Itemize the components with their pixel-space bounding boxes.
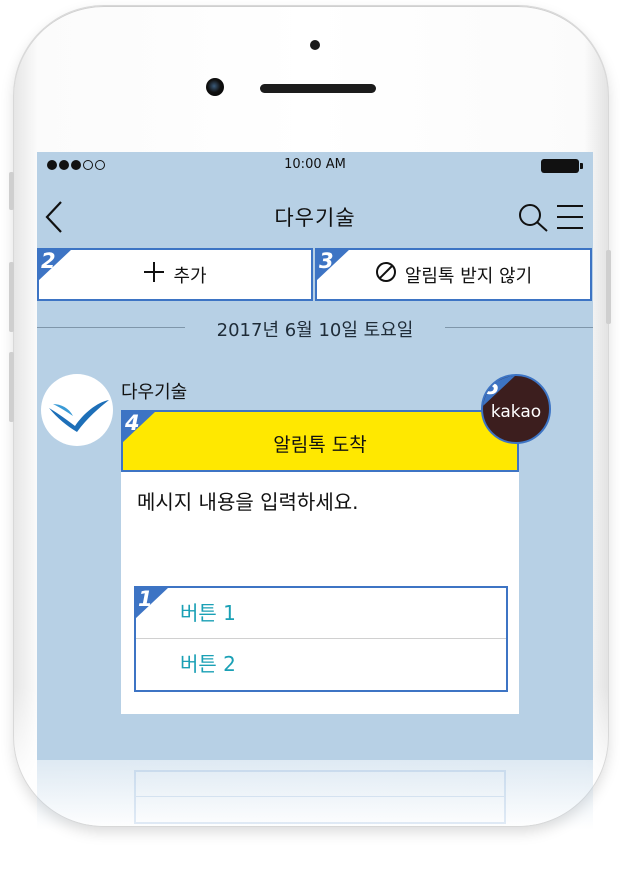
block-icon — [375, 261, 397, 288]
card-button-1[interactable]: 버튼 1 — [136, 588, 506, 639]
front-camera — [206, 78, 224, 96]
block-notifications-button[interactable]: 3 알림톡 받지 않기 — [315, 248, 592, 301]
card-button-group: 1 버튼 1 버튼 2 — [134, 586, 508, 692]
search-icon[interactable] — [517, 202, 549, 232]
status-bar: 10:00 AM — [37, 152, 593, 182]
alimtalk-message-card: 4 알림톡 도착 메시지 내용을 입력하세요. 1 버튼 1 버튼 2 — [121, 410, 519, 714]
sender-name: 다우기술 — [121, 382, 188, 403]
reflection-image — [120, 770, 520, 860]
volume-down-button — [9, 352, 14, 422]
card-title: 알림톡 도착 — [273, 434, 367, 456]
earpiece-speaker — [260, 84, 376, 93]
sender-avatar[interactable] — [41, 374, 113, 446]
divider — [445, 327, 593, 328]
date-separator: 2017년 6월 10일 토요일 — [37, 316, 593, 341]
kakao-logo: 5 kakao — [481, 374, 551, 444]
page-title: 다우기술 — [274, 206, 356, 230]
nav-bar: 다우기술 — [37, 190, 593, 242]
status-time: 10:00 AM — [284, 157, 346, 172]
annotation-badge: 2 — [38, 249, 72, 281]
hamburger-menu-icon[interactable] — [555, 204, 585, 230]
plus-icon — [143, 261, 165, 288]
power-button — [606, 250, 611, 324]
proximity-sensor — [310, 40, 320, 50]
block-label: 알림톡 받지 않기 — [404, 265, 533, 287]
mute-switch — [9, 172, 14, 210]
add-channel-button[interactable]: 2 추가 — [37, 248, 313, 301]
add-label: 추가 — [173, 265, 207, 287]
card-header: 4 알림톡 도착 — [121, 410, 519, 472]
date-label: 2017년 6월 10일 토요일 — [216, 320, 414, 341]
battery-icon — [541, 159, 583, 173]
card-button-2[interactable]: 버튼 2 — [136, 639, 506, 690]
volume-up-button — [9, 262, 14, 332]
annotation-badge: 3 — [316, 249, 350, 281]
message-body: 메시지 내용을 입력하세요. — [137, 490, 359, 514]
kakao-label: kakao — [490, 402, 542, 422]
screen: 10:00 AM 다우기술 2 추가 3 알림톡 받지 않기 2017년 6월 … — [37, 152, 593, 760]
